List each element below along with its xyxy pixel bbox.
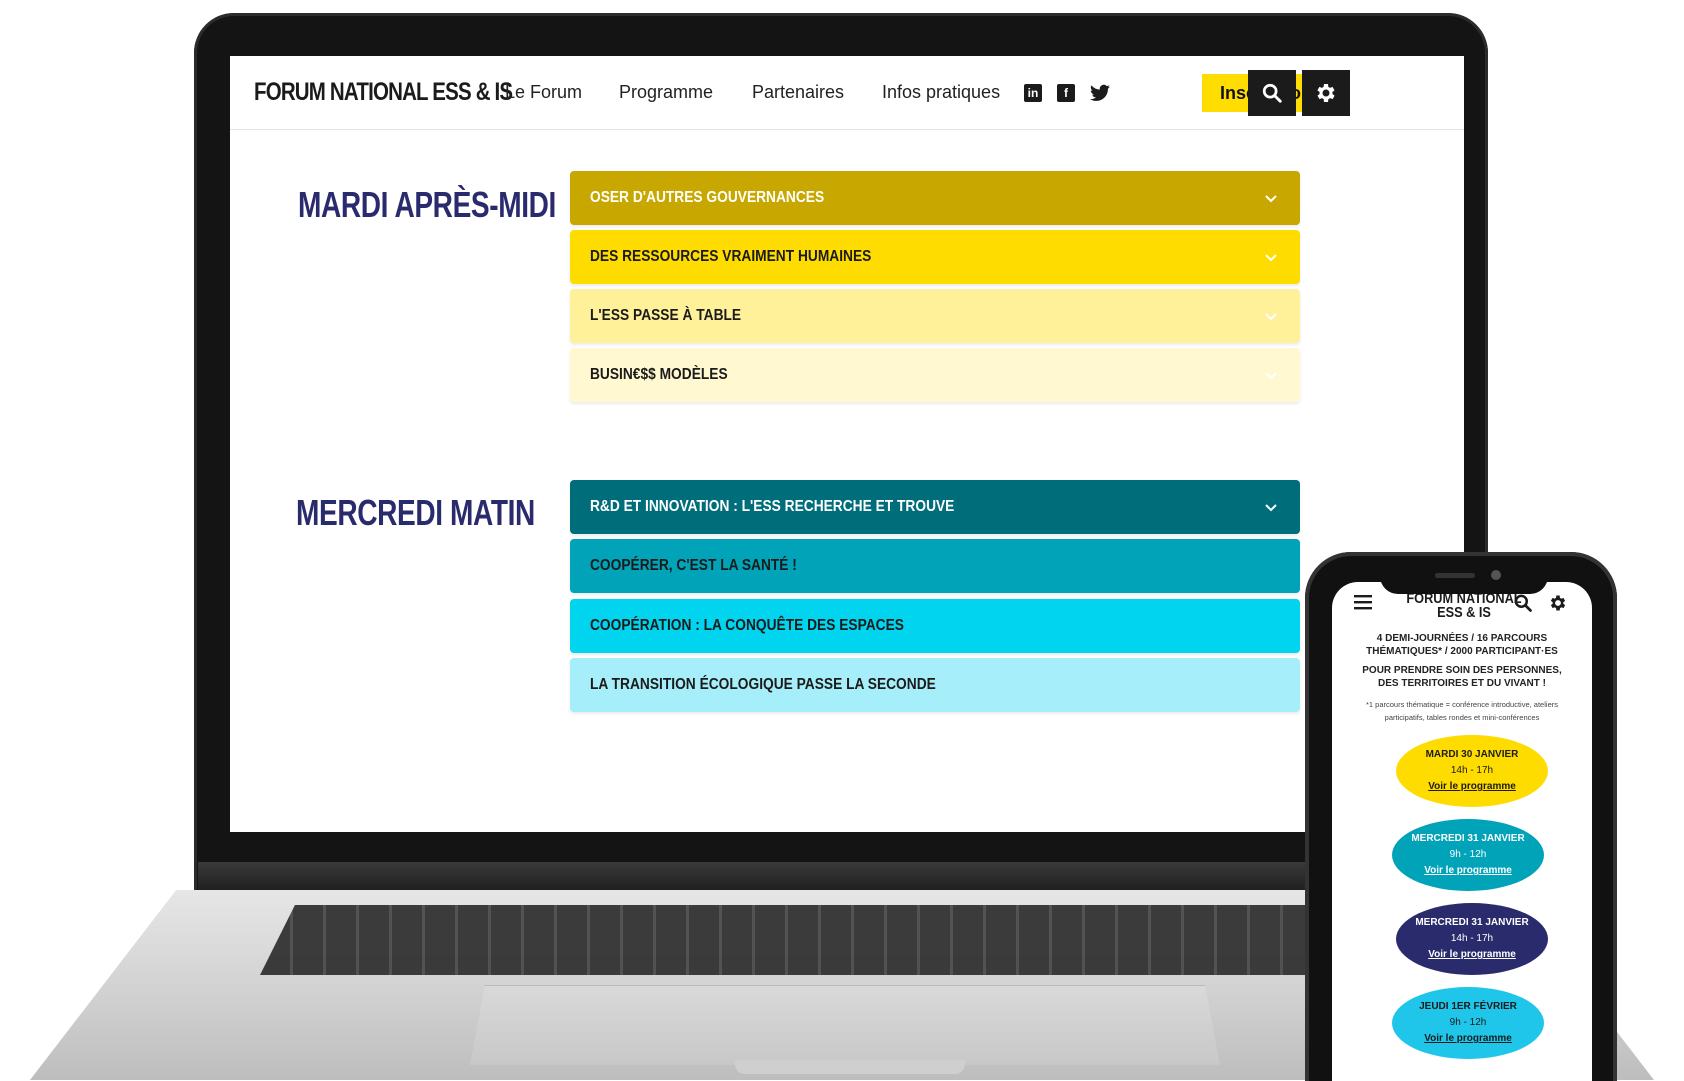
gear-icon[interactable]	[1548, 593, 1568, 613]
mobile-brand[interactable]: FORUM NATIONAL ESS & IS	[1405, 591, 1524, 620]
nav-le-forum[interactable]: Le Forum	[505, 82, 582, 103]
view-programme-link[interactable]: Voir le programme	[1392, 864, 1544, 878]
day-card-title: MARDI 30 JANVIER	[1425, 749, 1519, 760]
section-title-mardi: MARDI APRÈS-MIDI	[298, 184, 556, 225]
accordion-label: R&D ET INNOVATION : L'ESS RECHERCHE ET T…	[590, 498, 955, 515]
nav-infos-pratiques[interactable]: Infos pratiques	[882, 82, 1000, 103]
view-programme-link[interactable]: Voir le programme	[1396, 780, 1548, 794]
day-card-time: 14h - 17h	[1450, 933, 1494, 944]
chevron-down-icon	[1265, 504, 1277, 512]
site-brand[interactable]: FORUM NATIONAL ESS & IS	[254, 78, 513, 107]
nav-partenaires[interactable]: Partenaires	[752, 82, 844, 103]
day-card-time: 14h - 17h	[1450, 765, 1494, 776]
chevron-down-icon	[1265, 372, 1277, 380]
phone-notch	[1380, 568, 1548, 594]
day-card-title: MERCREDI 31 JANVIER	[1411, 833, 1525, 844]
mobile-tagline: 4 DEMI-JOURNÉES / 16 PARCOURS THÉMATIQUE…	[1366, 633, 1558, 657]
accordion-label: L'ESS PASSE À TABLE	[590, 307, 742, 324]
section-title-mercredi: MERCREDI MATIN	[296, 492, 535, 533]
mobile-footnote: *1 parcours thématique = conférence intr…	[1366, 700, 1558, 722]
linkedin-icon[interactable]: in	[1024, 84, 1042, 102]
nav-programme[interactable]: Programme	[619, 82, 713, 103]
accordion-label: DES RESSOURCES VRAIMENT HUMAINES	[590, 248, 872, 265]
search-button[interactable]	[1248, 70, 1296, 116]
accordion-item[interactable]: LA TRANSITION ÉCOLOGIQUE PASSE LA SECOND…	[570, 658, 1300, 712]
accordion-item[interactable]: L'ESS PASSE À TABLE	[570, 289, 1300, 343]
desktop-website: FORUM NATIONAL ESS & IS Le Forum Program…	[230, 56, 1464, 832]
hamburger-menu-icon[interactable]	[1354, 594, 1372, 610]
day-card-title: MERCREDI 31 JANVIER	[1415, 917, 1529, 928]
phone-camera	[1491, 570, 1501, 580]
twitter-icon[interactable]	[1090, 84, 1110, 102]
mobile-subtitle: POUR PRENDRE SOIN DES PERSONNES, DES TER…	[1362, 665, 1562, 689]
day-card-mardi[interactable]: MARDI 30 JANVIER 14h - 17h Voir le progr…	[1396, 735, 1548, 807]
day-card-time: 9h - 12h	[1449, 1017, 1487, 1028]
day-card-title: JEUDI 1ER FÉVRIER	[1419, 1001, 1517, 1012]
accordion-item[interactable]: BUSIN€$$ MODÈLES	[570, 348, 1300, 402]
mobile-website: FORUM NATIONAL ESS & IS 4 DEMI-JOURNÉES …	[1332, 582, 1592, 1081]
search-icon	[1262, 83, 1282, 103]
view-programme-link[interactable]: Voir le programme	[1392, 1032, 1544, 1046]
site-header: FORUM NATIONAL ESS & IS Le Forum Program…	[230, 56, 1464, 130]
day-card-mercredi-apres-midi[interactable]: MERCREDI 31 JANVIER 14h - 17h Voir le pr…	[1396, 903, 1548, 975]
chevron-down-icon	[1265, 195, 1277, 203]
gear-icon	[1317, 84, 1335, 102]
accordion-item[interactable]: COOPÉRATION : LA CONQUÊTE DES ESPACES	[570, 599, 1300, 653]
accordion-item[interactable]: OSER D'AUTRES GOUVERNANCES	[570, 171, 1300, 225]
view-programme-link[interactable]: Voir le programme	[1396, 948, 1548, 962]
settings-button[interactable]	[1302, 70, 1350, 116]
accordion-label: OSER D'AUTRES GOUVERNANCES	[590, 189, 825, 206]
accordion-label: LA TRANSITION ÉCOLOGIQUE PASSE LA SECOND…	[590, 676, 936, 693]
chevron-down-icon	[1265, 313, 1277, 321]
accordion-label: BUSIN€$$ MODÈLES	[590, 366, 728, 383]
laptop-keyboard	[260, 905, 1425, 975]
chevron-down-icon	[1265, 254, 1277, 262]
laptop-hinge	[198, 862, 1484, 894]
accordion-item[interactable]: R&D ET INNOVATION : L'ESS RECHERCHE ET T…	[570, 480, 1300, 534]
day-card-jeudi[interactable]: JEUDI 1ER FÉVRIER 9h - 12h Voir le progr…	[1392, 987, 1544, 1059]
accordion-label: COOPÉRATION : LA CONQUÊTE DES ESPACES	[590, 617, 904, 634]
accordion-item[interactable]: DES RESSOURCES VRAIMENT HUMAINES	[570, 230, 1300, 284]
accordion-item[interactable]: COOPÉRER, C'EST LA SANTÉ !	[570, 539, 1300, 593]
accordion-label: COOPÉRER, C'EST LA SANTÉ !	[590, 557, 797, 574]
phone-speaker	[1435, 573, 1475, 578]
laptop-trackpad	[470, 985, 1220, 1065]
day-card-time: 9h - 12h	[1449, 849, 1487, 860]
day-card-mercredi-matin[interactable]: MERCREDI 31 JANVIER 9h - 12h Voir le pro…	[1392, 819, 1544, 891]
search-icon[interactable]	[1513, 593, 1533, 613]
laptop-front-notch	[735, 1060, 965, 1074]
facebook-icon[interactable]: f	[1057, 84, 1075, 102]
